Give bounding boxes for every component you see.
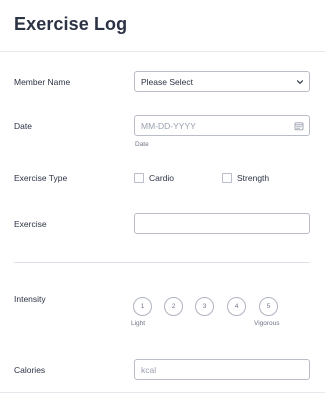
intensity-option-3[interactable]: 3 bbox=[195, 297, 214, 316]
bottom-divider bbox=[0, 392, 325, 393]
date-placeholder: MM-DD-YYYY bbox=[141, 121, 196, 131]
calories-placeholder: kcal bbox=[141, 365, 157, 375]
intensity-option-1[interactable]: 1 bbox=[133, 297, 152, 316]
checkbox-cardio[interactable] bbox=[134, 173, 144, 183]
intensity-max-label: Vigorous bbox=[254, 320, 280, 327]
checkbox-strength[interactable] bbox=[222, 173, 232, 183]
chevron-down-icon bbox=[296, 80, 304, 84]
member-name-label: Member Name bbox=[14, 77, 71, 87]
exercise-log-form: Exercise Log Member Name Please Select D… bbox=[0, 0, 325, 400]
intensity-option-2[interactable]: 2 bbox=[164, 297, 183, 316]
date-input[interactable]: MM-DD-YYYY bbox=[134, 115, 310, 136]
intensity-option-4[interactable]: 4 bbox=[227, 297, 246, 316]
date-label: Date bbox=[14, 121, 32, 131]
intensity-option-5[interactable]: 5 bbox=[259, 297, 278, 316]
exercise-label: Exercise bbox=[14, 219, 47, 229]
exercise-input[interactable] bbox=[134, 213, 310, 234]
calories-input[interactable]: kcal bbox=[134, 359, 310, 380]
date-sublabel: Date bbox=[135, 141, 149, 148]
intensity-label: Intensity bbox=[14, 294, 46, 304]
intensity-min-label: Light bbox=[131, 320, 146, 327]
checkbox-strength-label[interactable]: Strength bbox=[237, 173, 269, 183]
form-title: Exercise Log bbox=[14, 14, 128, 34]
member-name-selected-value: Please Select bbox=[141, 77, 193, 87]
form-header: Exercise Log bbox=[0, 0, 325, 52]
section-divider bbox=[14, 262, 310, 263]
calories-label: Calories bbox=[14, 365, 46, 375]
checkbox-cardio-label[interactable]: Cardio bbox=[149, 173, 174, 183]
member-name-select[interactable]: Please Select bbox=[134, 71, 310, 92]
exercise-type-label: Exercise Type bbox=[14, 173, 68, 183]
calendar-icon[interactable] bbox=[294, 121, 304, 131]
